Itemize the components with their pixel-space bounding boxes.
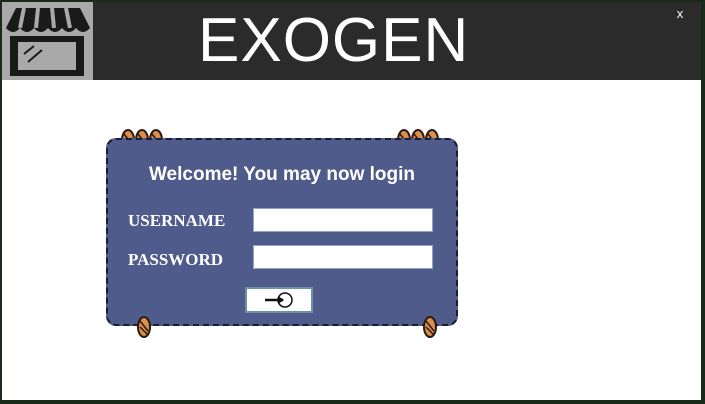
login-button[interactable] (245, 287, 313, 313)
password-label: PASSWORD (128, 250, 224, 269)
password-input[interactable] (253, 245, 433, 269)
login-arrow-icon (265, 292, 293, 308)
username-label: USERNAME (128, 211, 226, 230)
pin-icon (137, 316, 151, 338)
storefront-icon (2, 2, 93, 80)
pin-icon (423, 316, 437, 338)
app-title: EXOGEN (198, 6, 470, 75)
app-window: EXOGEN x Welcome! You may now login USER… (2, 2, 701, 400)
welcome-message: Welcome! You may now login (148, 164, 416, 185)
close-button[interactable]: x (672, 6, 688, 22)
login-panel: Welcome! You may now login USERNAME PASS… (106, 138, 458, 326)
title-bar: EXOGEN x (2, 2, 701, 80)
username-input[interactable] (253, 208, 433, 232)
